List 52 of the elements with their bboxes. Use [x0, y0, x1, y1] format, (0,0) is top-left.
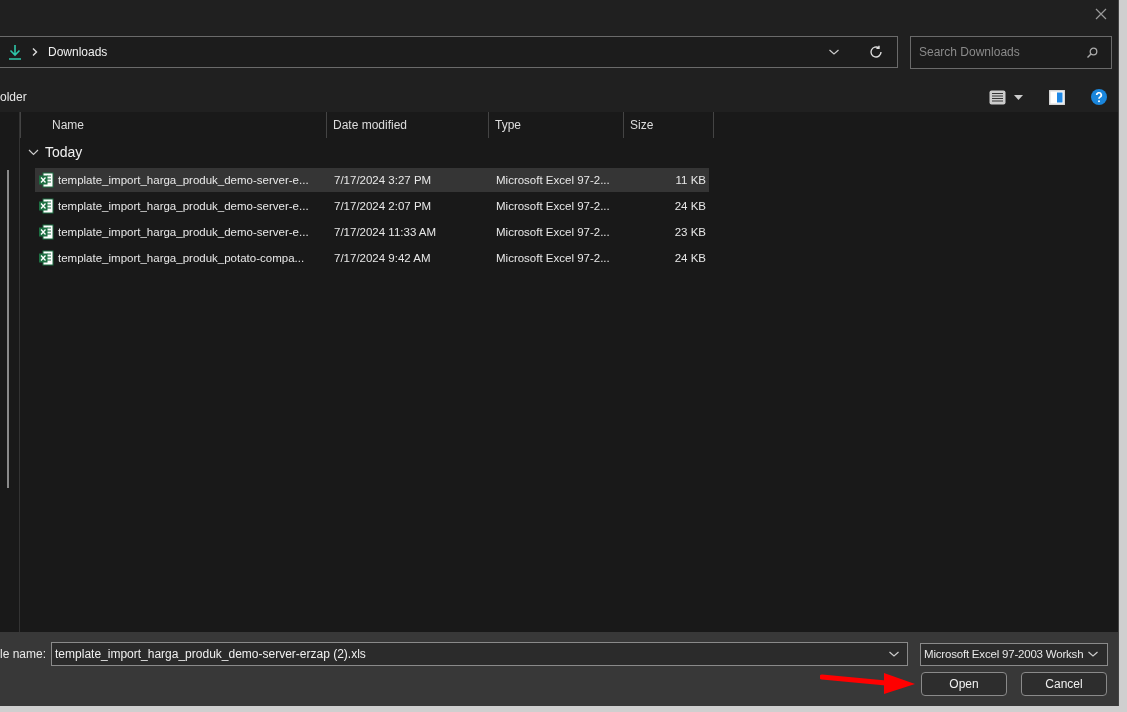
type-cell-text: Microsoft Excel 97-2...: [495, 199, 611, 214]
chevron-icon[interactable]: [28, 148, 39, 156]
file-name: template_import_harga_produk_demo-server-e...: [58, 200, 309, 212]
refresh-icon[interactable]: [869, 45, 883, 59]
size-cell-text: 11 KB: [674, 173, 707, 188]
column-header[interactable]: Date modified: [327, 112, 489, 138]
size-cell-text: 24 KB: [673, 199, 707, 214]
date-cell-text: 7/17/2024 3:27 PM: [333, 173, 433, 188]
type-cell-text: Microsoft Excel 97-2...: [495, 251, 611, 266]
spreadsheet-file-icon: [38, 198, 54, 214]
file-name: template_import_harga_produk_demo-server-e...: [58, 174, 309, 186]
spreadsheet-file-icon: [38, 172, 54, 188]
chevron-down-icon[interactable]: [828, 48, 840, 56]
size-cell-text: 23 KB: [673, 225, 707, 240]
dialog-button[interactable]: Cancel: [1021, 672, 1107, 696]
chevron-down-icon: [1087, 650, 1100, 658]
group-header[interactable]: Today: [20, 138, 83, 166]
address-bar[interactable]: Downloads: [0, 36, 898, 68]
date-cell-text: 7/17/2024 11:33 AM: [333, 225, 438, 240]
chevron-right-icon: [31, 47, 39, 57]
file-name: template_import_harga_produk_potato-compa...: [58, 252, 305, 264]
type-cell-text: Microsoft Excel 97-2...: [495, 225, 611, 240]
file-row[interactable]: template_import_harga_produk_demo-server-e... 7/17/2024 3:27 PM Microsoft Excel 97-2... 11 KB: [35, 168, 709, 192]
file-name-label: le name:: [0, 647, 47, 661]
spreadsheet-file-icon: [38, 224, 54, 240]
file-row[interactable]: template_import_harga_produk_potato-compa... 7/17/2024 9:42 AM Microsoft Excel 97-2... 24 KB: [35, 246, 709, 270]
close-icon[interactable]: [1095, 8, 1107, 20]
file-name-field[interactable]: template_import_harga_produk_demo-server-erzap (2).xls: [51, 642, 909, 666]
type-cell-text: Microsoft Excel 97-2...: [495, 173, 611, 188]
download-icon: [8, 44, 22, 60]
column-header[interactable]: Name: [20, 112, 327, 138]
size-cell-text: 24 KB: [673, 251, 707, 266]
file-row[interactable]: template_import_harga_produk_demo-server-e... 7/17/2024 11:33 AM Microsoft Excel 97-2... 23 KB: [35, 220, 709, 244]
preview-pane-icon[interactable]: [1049, 89, 1065, 105]
dialog-button[interactable]: Open: [921, 672, 1007, 696]
help-icon[interactable]: [1091, 89, 1107, 105]
spreadsheet-file-icon: [38, 250, 54, 266]
column-header[interactable]: Type: [489, 112, 624, 138]
date-cell-text: 7/17/2024 9:42 AM: [333, 251, 432, 266]
chevron-down-icon[interactable]: [888, 650, 901, 658]
column-header[interactable]: Size: [624, 112, 714, 138]
list-view-icon[interactable]: [989, 89, 1006, 105]
file-name: template_import_harga_produk_demo-server-e...: [58, 226, 309, 238]
file-row[interactable]: template_import_harga_produk_demo-server-e... 7/17/2024 2:07 PM Microsoft Excel 97-2... 24 KB: [35, 194, 709, 218]
search-field[interactable]: Search Downloads: [910, 35, 1112, 69]
date-cell-text: 7/17/2024 2:07 PM: [333, 199, 433, 214]
toolbar-label[interactable]: older: [0, 90, 27, 104]
scrollbar[interactable]: [7, 170, 9, 488]
search-icon: [1086, 46, 1098, 59]
file-type-dropdown[interactable]: Microsoft Excel 97-2003 Worksh: [920, 642, 1109, 666]
dropdown-triangle-icon[interactable]: [1014, 94, 1023, 100]
breadcrumb-item[interactable]: Downloads: [48, 45, 108, 59]
